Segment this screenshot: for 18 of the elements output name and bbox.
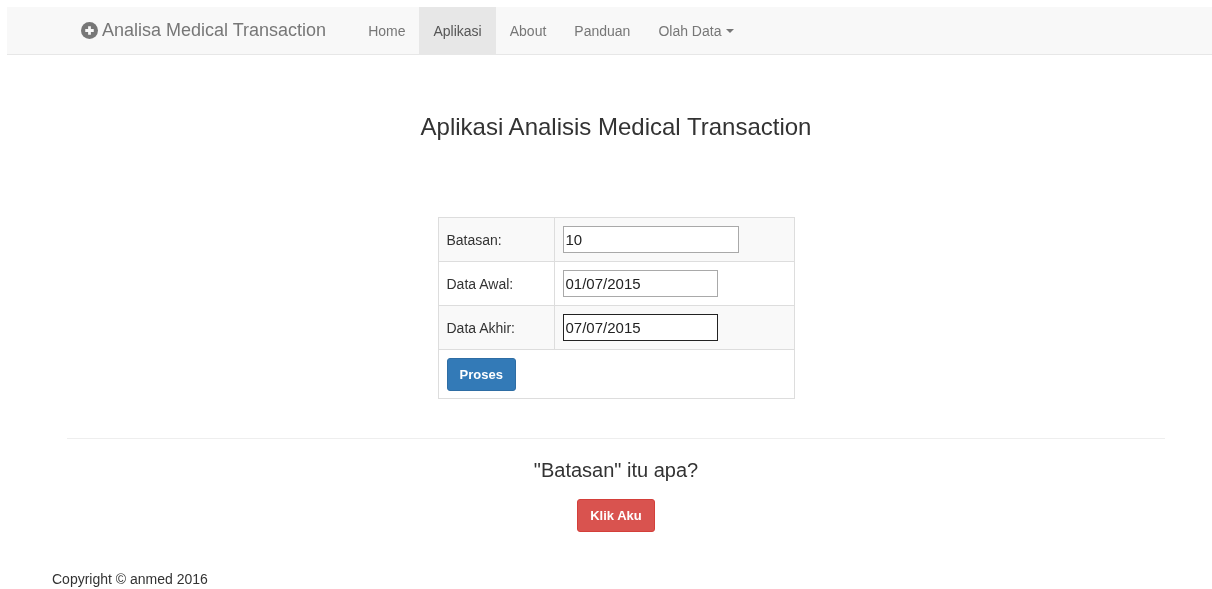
submit-button[interactable]: Proses [446,357,516,391]
copyright-text: Copyright © anmed 2016 [52,571,208,588]
plus-circle-icon [81,22,98,39]
help-button[interactable]: Klik Aku [577,499,655,532]
field-label: Data Awal: [438,261,554,306]
nav-link[interactable]: About [495,7,561,54]
input-field[interactable]: 07/07/2015 [562,314,718,341]
input-field[interactable]: 10 [562,226,739,253]
brand-link[interactable]: Analisa Medical Transaction [67,7,341,54]
help-question: "Batasan" itu apa? [533,459,699,482]
nav-link[interactable]: Home [354,7,420,54]
field-label: Data Akhir: [438,305,554,350]
nav-link[interactable]: Aplikasi [419,7,496,54]
input-field[interactable]: 01/07/2015 [562,270,718,297]
nav-link[interactable]: Olah Data [644,7,749,54]
nav-link[interactable]: Panduan [560,7,645,54]
field-label: Batasan: [438,217,554,262]
page-heading: Aplikasi Analisis Medical Transaction [420,113,812,141]
